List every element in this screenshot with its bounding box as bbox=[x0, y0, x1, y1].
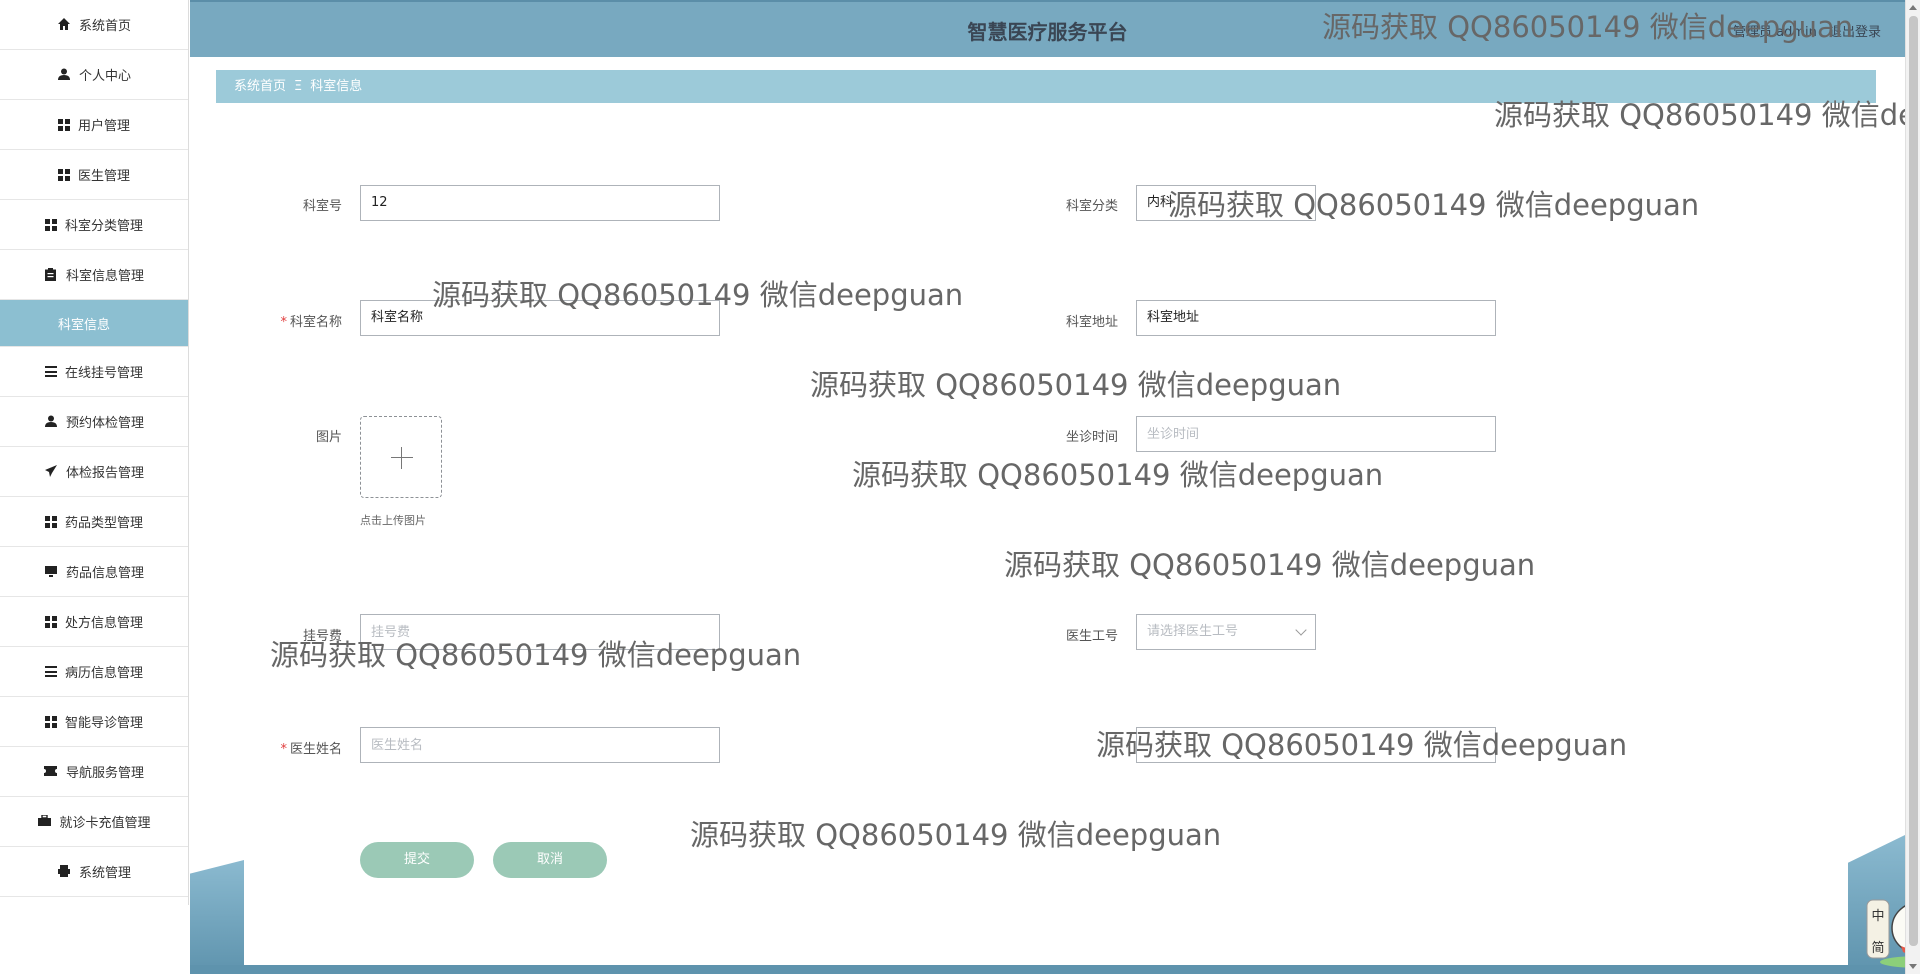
sidebar-item-label: 科室信息管理 bbox=[65, 269, 144, 284]
dept-no-input[interactable]: 12 bbox=[360, 185, 720, 221]
sidebar-item-profile[interactable]: 个人中心 bbox=[0, 50, 188, 100]
sidebar-item-doctors[interactable]: 医生管理 bbox=[0, 150, 188, 200]
sidebar-item-label: 在线挂号管理 bbox=[64, 366, 143, 381]
sidebar-item-checkup-booking[interactable]: 预约体检管理 bbox=[0, 397, 188, 447]
form-panel bbox=[244, 120, 1844, 965]
clinic-time-input[interactable] bbox=[1136, 416, 1496, 452]
user-icon bbox=[57, 68, 71, 82]
chevron-down-icon bbox=[1295, 624, 1307, 636]
sidebar-item-drug-info[interactable]: 药品信息管理 bbox=[0, 547, 188, 597]
sidebar-item-label: 预约体检管理 bbox=[65, 416, 144, 431]
grid-icon bbox=[44, 515, 57, 528]
cancel-button[interactable]: 取消 bbox=[493, 842, 607, 878]
grid-icon bbox=[57, 118, 70, 131]
dept-category-label: 科室分类 bbox=[1065, 199, 1118, 214]
clinic-time-label: 坐诊时间 bbox=[1065, 430, 1118, 445]
monitor-icon bbox=[44, 565, 58, 579]
reg-fee-input[interactable] bbox=[360, 614, 720, 650]
reg-fee-label: 挂号费 bbox=[302, 629, 342, 644]
sidebar-item-drug-type[interactable]: 药品类型管理 bbox=[0, 497, 188, 547]
dept-address-input[interactable]: 科室地址 bbox=[1136, 300, 1496, 336]
grid-icon bbox=[44, 218, 57, 231]
sidebar-item-smart-triage[interactable]: 智能导诊管理 bbox=[0, 697, 188, 747]
scroll-up-icon[interactable] bbox=[1909, 5, 1917, 10]
sidebar-item-dept-info-mgmt[interactable]: 科室信息管理 bbox=[0, 250, 188, 300]
sidebar-item-label: 药品信息管理 bbox=[65, 566, 144, 581]
clipboard-icon bbox=[44, 267, 58, 282]
mascot-glyph: 中 bbox=[1871, 909, 1884, 924]
sidebar-item-label: 就诊卡充值管理 bbox=[59, 816, 151, 831]
top-header: 智慧医疗服务平台 管理员 admin 退出登录 bbox=[190, 0, 1905, 57]
sidebar-item-label: 导航服务管理 bbox=[65, 766, 144, 781]
breadcrumb-home[interactable]: 系统首页 bbox=[234, 79, 286, 94]
submit-button[interactable]: 提交 bbox=[360, 842, 474, 878]
sidebar-item-label: 科室信息 bbox=[57, 317, 110, 333]
decorative-frame-bottom bbox=[190, 965, 1905, 974]
send-icon bbox=[44, 464, 58, 479]
doctor-id-label: 医生工号 bbox=[1065, 629, 1118, 644]
dept-name-input[interactable]: 科室名称 bbox=[360, 300, 720, 336]
dept-category-select[interactable]: 内科 bbox=[1136, 185, 1316, 221]
sidebar-item-card-recharge[interactable]: 就诊卡充值管理 bbox=[0, 797, 188, 847]
grid-icon bbox=[57, 168, 70, 181]
plus-icon bbox=[391, 457, 413, 458]
decorative-frame-left bbox=[190, 860, 244, 974]
breadcrumb-current: 科室信息 bbox=[310, 79, 363, 94]
doctor-name-input[interactable] bbox=[360, 727, 720, 763]
sidebar-item-label: 医生管理 bbox=[77, 169, 130, 184]
scroll-down-icon[interactable] bbox=[1909, 964, 1917, 969]
breadcrumb: 系统首页 Ξ 科室信息 bbox=[216, 70, 1876, 103]
sidebar-item-medical-record[interactable]: 病历信息管理 bbox=[0, 647, 188, 697]
sidebar-item-prescription[interactable]: 处方信息管理 bbox=[0, 597, 188, 647]
dept-address-label: 科室地址 bbox=[1065, 315, 1118, 330]
list-icon bbox=[44, 366, 57, 377]
grid-icon bbox=[44, 715, 57, 728]
scrollbar-thumb[interactable] bbox=[1909, 16, 1918, 946]
logout-link[interactable]: 退出登录 bbox=[1829, 25, 1881, 40]
dept-no-label: 科室号 bbox=[302, 199, 342, 214]
mascot-glyph: 简 bbox=[1871, 940, 1884, 956]
user-info: 管理员 admin bbox=[1732, 25, 1817, 40]
sidebar-item-label: 科室分类管理 bbox=[64, 219, 143, 234]
sidebar-item-label: 系统管理 bbox=[78, 866, 131, 881]
image-upload-button[interactable] bbox=[360, 416, 442, 498]
home-icon bbox=[57, 17, 71, 32]
doctor-name-label: * 医生姓名 bbox=[280, 742, 342, 757]
user-icon bbox=[44, 415, 58, 429]
printer-icon bbox=[57, 864, 71, 879]
sidebar-subitem-dept-info[interactable]: 科室信息 bbox=[0, 300, 188, 347]
sidebar-item-users[interactable]: 用户管理 bbox=[0, 100, 188, 150]
sidebar-item-label: 个人中心 bbox=[78, 69, 131, 84]
list-icon bbox=[44, 666, 57, 677]
grid-icon bbox=[44, 615, 57, 628]
sidebar-item-home[interactable]: 系统首页 bbox=[0, 0, 188, 50]
sidebar-item-label: 用户管理 bbox=[77, 119, 130, 134]
sidebar-item-label: 智能导诊管理 bbox=[64, 716, 143, 731]
image-label: 图片 bbox=[315, 430, 342, 445]
briefcase-icon bbox=[37, 813, 51, 829]
doctor-id-select[interactable]: 请选择医生工号 bbox=[1136, 614, 1316, 650]
sidebar-item-label: 体检报告管理 bbox=[65, 466, 144, 481]
extra-input[interactable] bbox=[1136, 727, 1496, 763]
vertical-scrollbar[interactable] bbox=[1905, 0, 1920, 974]
sidebar-item-checkup-report[interactable]: 体检报告管理 bbox=[0, 447, 188, 497]
breadcrumb-separator: Ξ bbox=[294, 79, 303, 94]
sidebar-item-navigation-service[interactable]: 导航服务管理 bbox=[0, 747, 188, 797]
sidebar-item-dept-category[interactable]: 科室分类管理 bbox=[0, 200, 188, 250]
main-area: 智慧医疗服务平台 管理员 admin 退出登录 系统首页 Ξ 科室信息 科室号 12… bbox=[190, 0, 1920, 974]
sidebar-item-online-registration[interactable]: 在线挂号管理 bbox=[0, 347, 188, 397]
app-title: 智慧医疗服务平台 bbox=[967, 20, 1128, 44]
sidebar-item-label: 病历信息管理 bbox=[64, 666, 143, 681]
sidebar-item-label: 系统首页 bbox=[78, 19, 131, 34]
ticket-icon bbox=[44, 765, 58, 779]
sidebar-item-label: 药品类型管理 bbox=[64, 516, 143, 531]
header-user-area: 管理员 admin 退出登录 bbox=[1725, 21, 1881, 40]
upload-hint: 点击上传图片 bbox=[360, 514, 426, 527]
sidebar-item-label: 处方信息管理 bbox=[64, 616, 143, 631]
sidebar-item-system[interactable]: 系统管理 bbox=[0, 847, 188, 897]
sidebar: 系统首页 个人中心 用户管理 医生管理 科室分类管理 科室信息管理 科室信息 在… bbox=[0, 0, 189, 905]
dept-name-label: * 科室名称 bbox=[280, 315, 342, 330]
